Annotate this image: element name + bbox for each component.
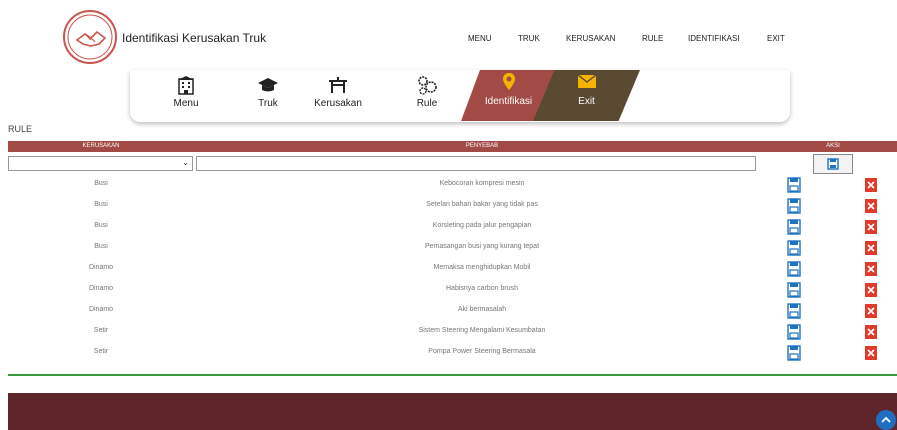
menu-item-rule[interactable]: Rule xyxy=(397,74,457,109)
column-header-kerusakan: KERUSAKAN xyxy=(82,143,120,149)
cell-kerusakan: Busi xyxy=(94,243,108,250)
delete-icon[interactable] xyxy=(864,282,878,298)
edit-save-icon[interactable] xyxy=(787,240,801,256)
menu-item-label: Kerusakan xyxy=(314,98,362,109)
delete-icon[interactable] xyxy=(864,219,878,235)
table-row: Busi Korsleting pada jalur pengapian xyxy=(8,217,897,238)
table-row: Busi Setelan bahan bakar yang tidak pas xyxy=(8,196,897,217)
top-bar: Identifikasi Kerusakan Truk MENU TRUK KE… xyxy=(0,0,897,70)
cell-kerusakan: Dinamo xyxy=(88,306,114,313)
graduation-cap-icon xyxy=(238,74,298,96)
page-title: RULE xyxy=(8,124,33,134)
topnav-exit[interactable]: EXIT xyxy=(767,34,785,43)
delete-icon[interactable] xyxy=(864,345,878,361)
building-icon xyxy=(156,74,216,96)
kerusakan-select[interactable]: ⌄ xyxy=(8,156,193,171)
topnav-kerusakan[interactable]: KERUSAKAN xyxy=(566,34,615,43)
cell-penyebab: Pemasangan busi yang kurang tepat xyxy=(424,243,540,250)
topnav-identifikasi[interactable]: IDENTIFIKASI xyxy=(688,34,740,43)
delete-icon[interactable] xyxy=(864,177,878,193)
cell-penyebab: Aki bermasalah xyxy=(457,306,507,313)
cell-kerusakan: Setir xyxy=(93,348,109,355)
topnav-truk[interactable]: TRUK xyxy=(518,34,540,43)
cell-penyebab: Habisnya carbon brush xyxy=(446,285,518,292)
app-title: Identifikasi Kerusakan Truk xyxy=(122,31,267,45)
edit-save-icon[interactable] xyxy=(787,303,801,319)
column-header-penyebab: PENYEBAB xyxy=(465,143,499,149)
cell-kerusakan: Busi xyxy=(94,201,108,208)
cell-penyebab: Pompa Power Steering Bermasala xyxy=(428,348,536,355)
table-row: Busi Kebocoran kompresi mesin xyxy=(8,175,897,196)
table-row: Dinamo Habisnya carbon brush xyxy=(8,280,897,301)
delete-icon[interactable] xyxy=(864,240,878,256)
cell-penyebab: Korsleting pada jalur pengapian xyxy=(432,222,532,229)
edit-save-icon[interactable] xyxy=(787,324,801,340)
section-divider xyxy=(8,374,897,376)
menu-item-label: Menu xyxy=(173,98,199,109)
delete-icon[interactable] xyxy=(864,198,878,214)
menu-item-label: Truk xyxy=(258,98,278,109)
table-row: Busi Pemasangan busi yang kurang tepat xyxy=(8,238,897,259)
menu-item-kerusakan[interactable]: Kerusakan xyxy=(308,74,368,109)
cell-kerusakan: Dinamo xyxy=(88,285,114,292)
menu-item-truk[interactable]: Truk xyxy=(238,74,298,109)
delete-icon[interactable] xyxy=(864,324,878,340)
chevron-up-icon xyxy=(881,416,891,423)
cell-kerusakan: Busi xyxy=(94,222,108,229)
cell-kerusakan: Busi xyxy=(94,180,108,187)
penyebab-input[interactable] xyxy=(196,156,756,171)
footer xyxy=(8,393,897,430)
topnav-menu[interactable]: MENU xyxy=(468,34,492,43)
delete-icon[interactable] xyxy=(864,303,878,319)
floppy-disk-icon xyxy=(827,158,839,170)
edit-save-icon[interactable] xyxy=(787,345,801,361)
edit-save-icon[interactable] xyxy=(787,198,801,214)
cell-penyebab: Kebocoran kompresi mesin xyxy=(439,180,525,187)
edit-save-icon[interactable] xyxy=(787,282,801,298)
table-row: Dinamo Memaksa menghidupkan Mobil xyxy=(8,259,897,280)
table-row: Setir Pompa Power Steering Bermasala xyxy=(8,343,897,364)
delete-icon[interactable] xyxy=(864,261,878,277)
cell-penyebab: Setelan bahan bakar yang tidak pas xyxy=(426,201,538,208)
menu-item-label: Rule xyxy=(416,98,438,109)
gears-icon xyxy=(397,74,457,96)
cell-penyebab: Memaksa menghidupkan Mobil xyxy=(433,264,531,271)
cell-kerusakan: Setir xyxy=(93,327,109,334)
table-header: KERUSAKAN PENYEBAB AKSI xyxy=(8,141,897,152)
edit-save-icon[interactable] xyxy=(787,219,801,235)
topnav-rule[interactable]: RULE xyxy=(642,34,663,43)
menu-item-label: Exit xyxy=(578,96,595,107)
edit-save-icon[interactable] xyxy=(787,177,801,193)
scroll-to-top-button[interactable] xyxy=(876,410,896,430)
save-button[interactable] xyxy=(813,154,853,174)
column-header-aksi: AKSI xyxy=(826,143,840,149)
icon-menu-panel: Menu Truk Kerusakan Rule xyxy=(130,70,790,122)
edit-save-icon[interactable] xyxy=(787,261,801,277)
chevron-down-icon: ⌄ xyxy=(182,158,189,167)
road-sign-icon xyxy=(308,74,368,96)
menu-item-menu[interactable]: Menu xyxy=(156,74,216,109)
cell-kerusakan: Dinamo xyxy=(88,264,114,271)
table-row: Setir Sistem Steering Mengalami Kesumbat… xyxy=(8,322,897,343)
table-row: Dinamo Aki bermasalah xyxy=(8,301,897,322)
company-logo xyxy=(63,10,117,64)
cell-penyebab: Sistem Steering Mengalami Kesumbatan xyxy=(418,327,546,334)
